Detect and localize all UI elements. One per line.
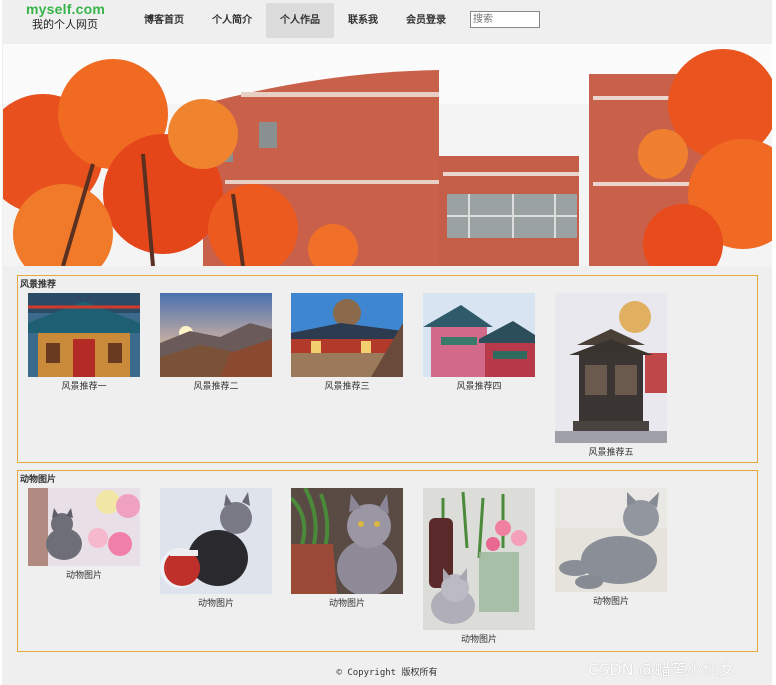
scenery-item[interactable]: 风景推荐五 [555, 293, 667, 458]
scenery-section: 风景推荐 风景推荐一 风景推荐二 风景推荐三 风景推荐四 风景推荐五 [17, 275, 758, 463]
animal-item[interactable]: 动物图片 [291, 488, 403, 609]
header: myself.com 我的个人网页 博客首页 个人简介 个人作品 联系我 会员登… [2, 0, 772, 44]
animals-section-title: 动物图片 [20, 475, 57, 485]
scenery-caption: 风景推荐四 [456, 382, 502, 392]
scenery-caption: 风景推荐二 [193, 382, 239, 392]
site-logo[interactable]: myself.com [26, 1, 105, 17]
animal-caption: 动物图片 [460, 635, 497, 645]
animal-caption: 动物图片 [65, 571, 102, 581]
watermark: CSDN @蜡笔小仙女 [588, 660, 735, 679]
scenery-item[interactable]: 风景推荐一 [28, 293, 140, 392]
scenery-item[interactable]: 风景推荐二 [160, 293, 272, 392]
scenery-caption: 风景推荐三 [324, 382, 370, 392]
pagoda-roof-photo [423, 293, 535, 377]
page-frame: myself.com 我的个人网页 博客首页 个人简介 个人作品 联系我 会员登… [2, 0, 772, 685]
animal-item[interactable]: 动物图片 [160, 488, 272, 609]
nav-contact[interactable]: 联系我 [334, 3, 392, 38]
scenery-caption: 风景推荐一 [61, 382, 107, 392]
cat-in-snow-photo [160, 488, 272, 594]
cat-with-flowers-photo [28, 488, 140, 566]
courtyard-photo [291, 293, 403, 377]
animal-caption: 动物图片 [592, 597, 629, 607]
temple-photo [28, 293, 140, 377]
animal-item[interactable]: 动物图片 [555, 488, 667, 607]
main-nav: 博客首页 个人简介 个人作品 联系我 会员登录 [130, 3, 460, 38]
scenery-section-title: 风景推荐 [20, 280, 57, 290]
nav-blog-home[interactable]: 博客首页 [130, 3, 198, 38]
nav-profile[interactable]: 个人简介 [198, 3, 266, 38]
site-subtitle: 我的个人网页 [32, 18, 98, 31]
banner-image [3, 44, 772, 266]
sunset-valley-photo [160, 293, 272, 377]
animal-item[interactable]: 动物图片 [28, 488, 140, 581]
nav-works[interactable]: 个人作品 [266, 3, 334, 38]
lounging-cat-photo [555, 488, 667, 592]
animal-item[interactable]: 动物图片 [423, 488, 535, 645]
scenery-item[interactable]: 风景推荐三 [291, 293, 403, 392]
incense-burner-photo [555, 293, 667, 443]
scenery-caption: 风景推荐五 [588, 448, 634, 458]
animal-caption: 动物图片 [328, 599, 365, 609]
cat-with-vase-photo [291, 488, 403, 594]
animal-caption: 动物图片 [197, 599, 234, 609]
search-input[interactable] [470, 11, 540, 28]
nav-member-login[interactable]: 会员登录 [392, 3, 460, 38]
cat-under-roses-photo [423, 488, 535, 630]
animals-section: 动物图片 动物图片 动物图片 动物图片 动物图片 动物图片 [17, 470, 758, 652]
scenery-item[interactable]: 风景推荐四 [423, 293, 535, 392]
